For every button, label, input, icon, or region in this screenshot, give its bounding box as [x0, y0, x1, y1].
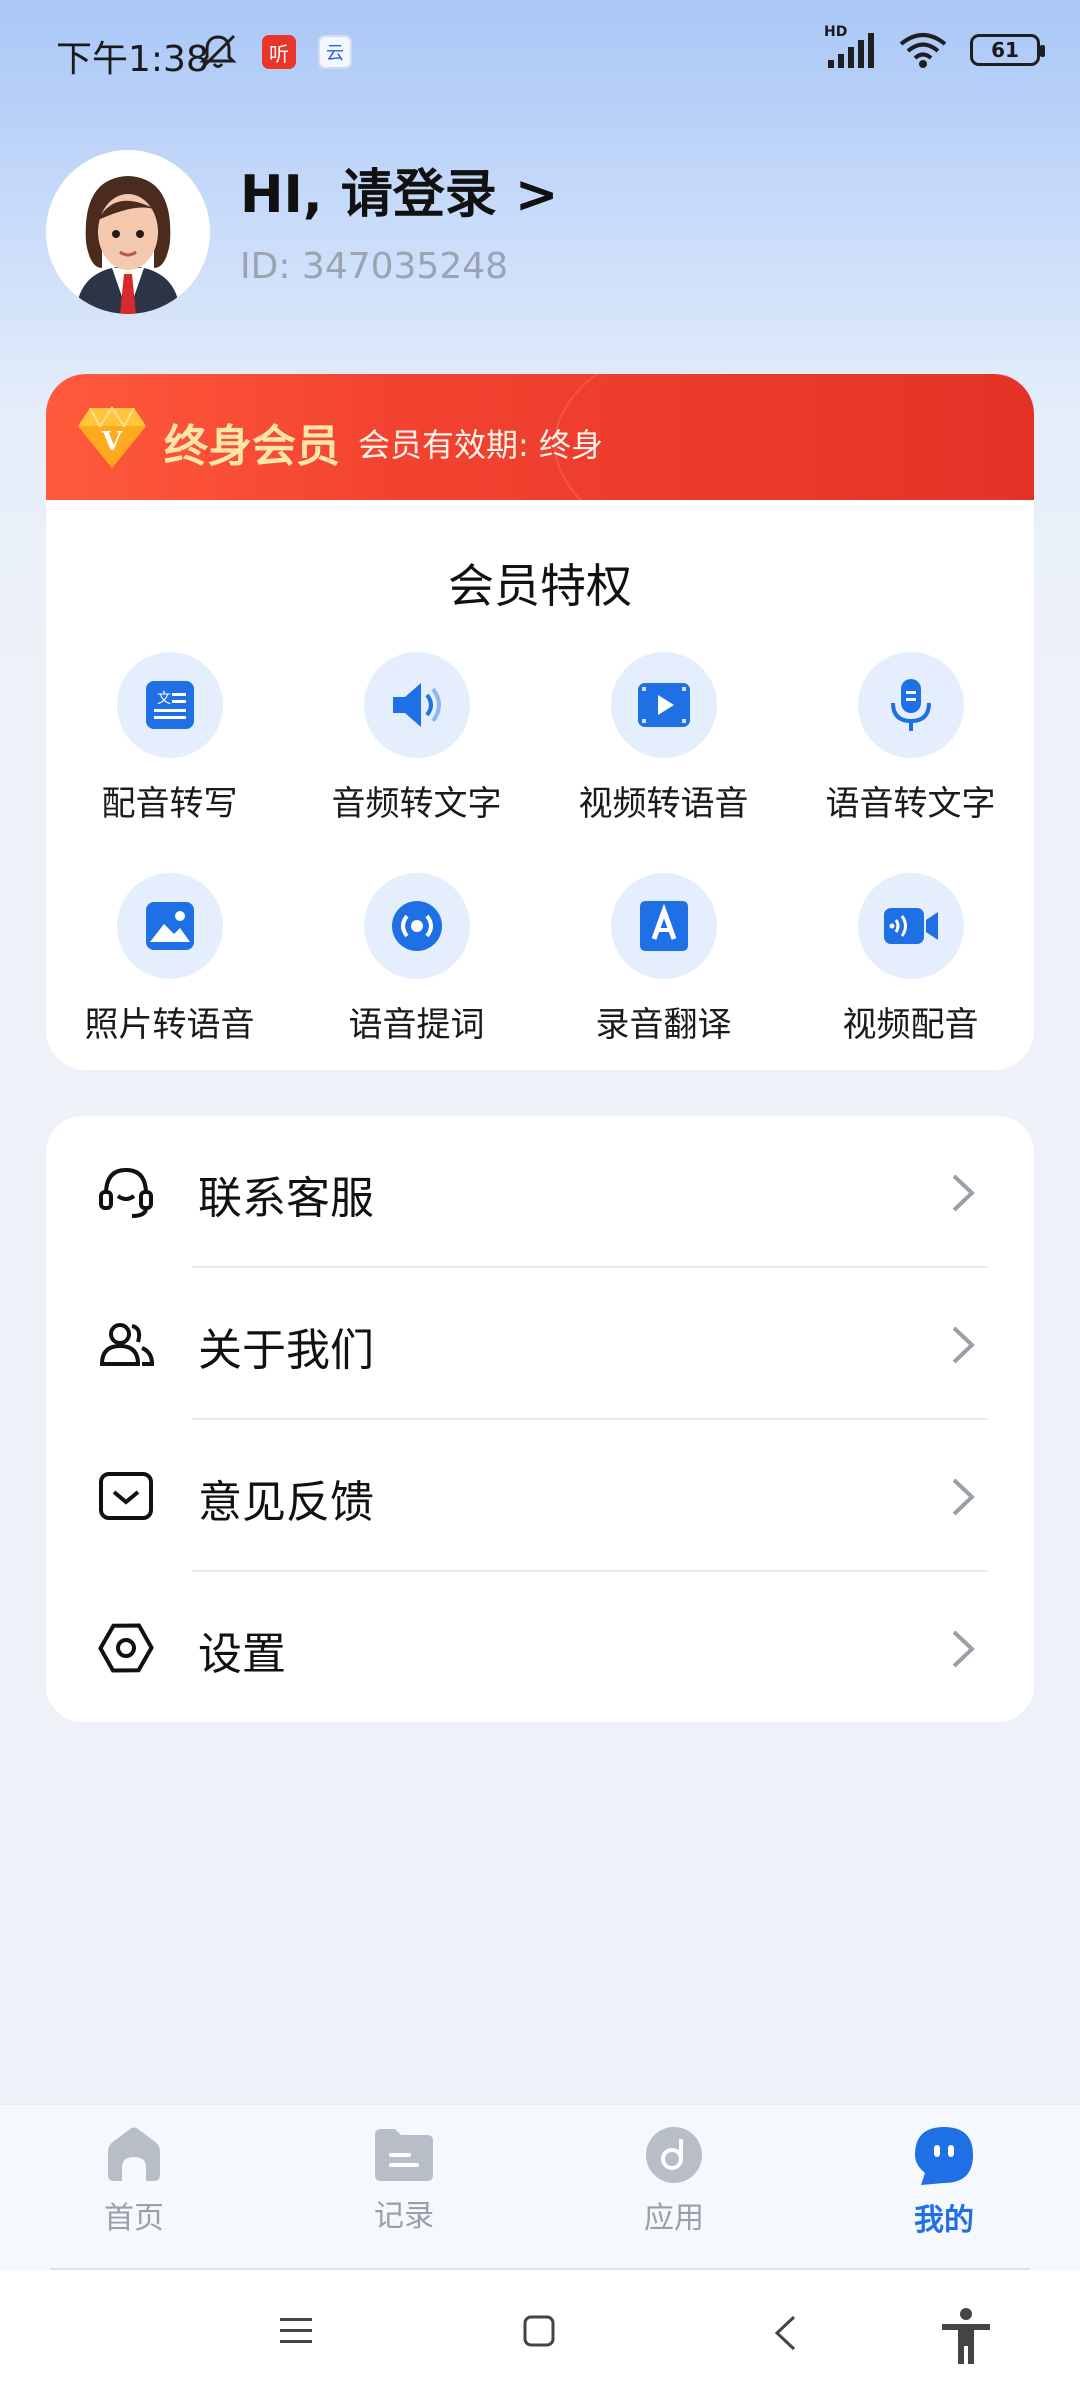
privilege-label: 音频转文字 — [331, 784, 502, 824]
battery-icon: 61 — [970, 34, 1045, 66]
membership-card: V 终身会员 会员有效期: 终身 会员特权 文 配音转写 音频转文字 视频转语音… — [46, 374, 1034, 1070]
avatar[interactable] — [46, 150, 210, 314]
svg-text:文: 文 — [157, 691, 171, 707]
nav-label: 首页 — [104, 2201, 164, 2236]
accessibility-icon[interactable] — [938, 2306, 994, 2366]
login-prompt[interactable]: HI, 请登录 > — [240, 152, 558, 227]
nav-label: 我的 — [914, 2203, 974, 2238]
home-icon — [108, 2127, 160, 2181]
nav-label: 应用 — [644, 2201, 704, 2236]
menu-label: 联系客服 — [198, 1173, 374, 1224]
video-play-icon — [637, 683, 690, 727]
settings-icon — [98, 1623, 154, 1673]
privilege-item-dubbing-transcribe[interactable]: 文 配音转写 — [46, 652, 293, 825]
menu-label: 设置 — [198, 1629, 286, 1680]
privilege-item-audio-to-text[interactable]: 音频转文字 — [293, 652, 540, 825]
privileges-grid: 文 配音转写 音频转文字 视频转语音 语音转文字 照片转语音 语音提词 录音翻译… — [46, 652, 1034, 1046]
battery-level: 61 — [991, 38, 1019, 62]
status-time: 下午1:38 — [56, 39, 209, 80]
bottom-nav: 首页 记录 应用 我的 — [0, 2104, 1080, 2270]
status-bar: 下午1:38 听 云 HD 61 — [0, 0, 1080, 110]
users-icon — [99, 1323, 155, 1366]
membership-validity: 会员有效期: 终身 — [358, 426, 603, 464]
privilege-label: 录音翻译 — [595, 1005, 732, 1045]
privilege-label: 视频配音 — [842, 1005, 979, 1045]
nav-item-apps[interactable]: 应用 — [594, 2125, 754, 2237]
bell-muted-icon — [199, 34, 237, 70]
privileges-title: 会员特权 — [448, 559, 632, 613]
nav-label: 记录 — [374, 2199, 434, 2234]
profile-icon — [915, 2127, 973, 2185]
microphone-icon — [890, 679, 931, 731]
wifi-icon — [899, 33, 947, 68]
membership-banner[interactable]: V 终身会员 会员有效期: 终身 — [46, 374, 1034, 500]
speaker-icon — [392, 683, 441, 727]
chevron-right-icon — [952, 1630, 975, 1668]
chevron-right-icon — [952, 1174, 975, 1212]
diamond-icon: V — [78, 406, 146, 468]
menu-item-about-us[interactable]: 关于我们 — [46, 1268, 1034, 1420]
nav-item-mine[interactable]: 我的 — [864, 2125, 1024, 2239]
folder-icon — [375, 2129, 433, 2181]
privilege-label: 视频转语音 — [578, 784, 749, 824]
back-icon[interactable] — [772, 2314, 798, 2352]
system-nav-bar — [0, 2270, 1080, 2400]
privilege-item-recording-translate[interactable]: 录音翻译 — [540, 873, 787, 1046]
signal-icon: HD — [824, 24, 876, 70]
video-camera-icon — [883, 908, 938, 944]
menu-item-settings[interactable]: 设置 — [46, 1572, 1034, 1724]
menu-item-customer-service[interactable]: 联系客服 — [46, 1116, 1034, 1268]
membership-level: 终身会员 — [164, 421, 340, 472]
privilege-item-photo-to-voice[interactable]: 照片转语音 — [46, 873, 293, 1046]
photo-icon — [145, 902, 194, 950]
privilege-label: 语音提词 — [348, 1005, 485, 1045]
nav-item-records[interactable]: 记录 — [324, 2125, 484, 2235]
privilege-item-video-to-voice[interactable]: 视频转语音 — [540, 652, 787, 825]
svg-text:V: V — [101, 427, 123, 457]
privilege-label: 照片转语音 — [84, 1005, 255, 1045]
chevron-right-icon — [952, 1478, 975, 1516]
apps-icon — [646, 2127, 702, 2183]
feedback-icon — [99, 1472, 153, 1520]
chevron-right-icon — [952, 1326, 975, 1364]
headset-icon — [99, 1167, 153, 1218]
settings-menu: 联系客服 关于我们 意见反馈 设置 — [46, 1116, 1034, 1722]
privilege-item-video-dubbing[interactable]: 视频配音 — [787, 873, 1034, 1046]
privilege-label: 配音转写 — [101, 784, 238, 824]
home-button-icon[interactable] — [522, 2314, 556, 2348]
privilege-item-speech-to-text[interactable]: 语音转文字 — [787, 652, 1034, 825]
privilege-item-teleprompter[interactable]: 语音提词 — [293, 873, 540, 1046]
text-convert-icon: 文 — [145, 681, 194, 729]
app-notification-icon: 云 — [318, 35, 352, 69]
privilege-label: 语音转文字 — [825, 784, 996, 824]
menu-icon[interactable] — [278, 2314, 314, 2348]
nav-item-home[interactable]: 首页 — [54, 2125, 214, 2237]
menu-label: 意见反馈 — [198, 1477, 374, 1528]
broadcast-icon — [391, 901, 442, 951]
translate-icon — [639, 901, 688, 951]
menu-item-feedback[interactable]: 意见反馈 — [46, 1420, 1034, 1572]
user-id: ID: 347035248 — [240, 246, 509, 287]
app-notification-icon: 听 — [262, 35, 296, 69]
menu-label: 关于我们 — [198, 1325, 374, 1376]
